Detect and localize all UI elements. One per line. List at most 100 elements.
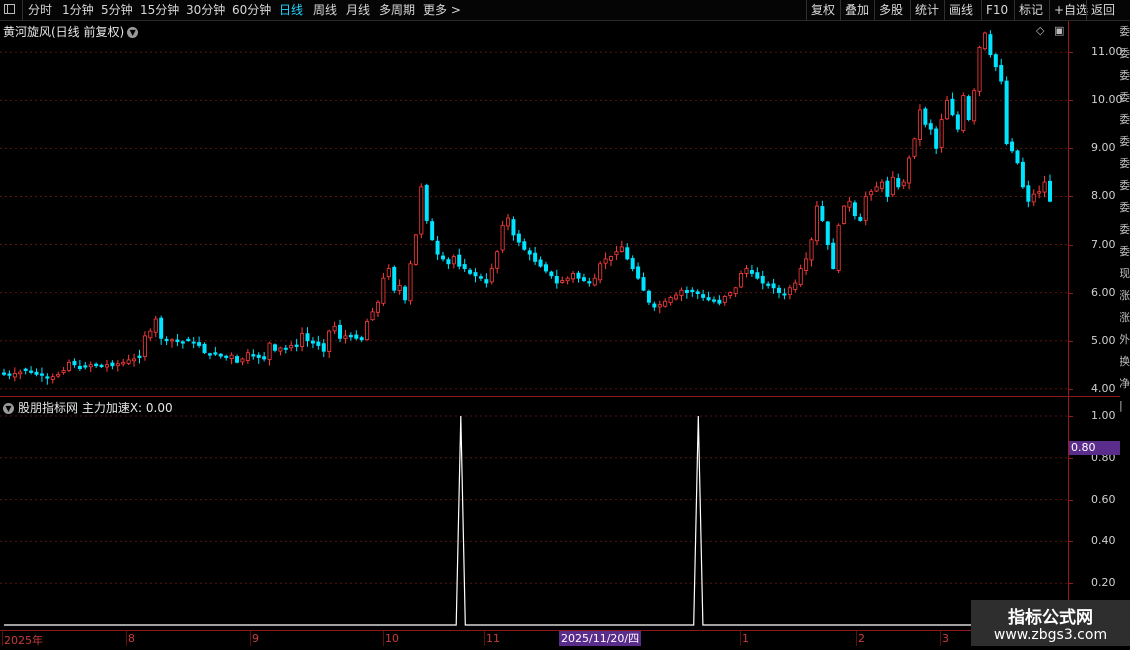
axis-tick (1069, 583, 1073, 585)
quote-side-strip[interactable]: 委委委委委委委委委委委现涨涨外换净 | (1120, 21, 1130, 631)
period-tab-4[interactable]: 30分钟 (186, 2, 225, 18)
period-tab-6[interactable]: 日线 (279, 2, 303, 18)
candle-body (7, 373, 12, 376)
date-tick (250, 631, 251, 647)
toolbar-button-0[interactable]: 复权 (811, 2, 835, 18)
period-tab-0[interactable]: 分时 (28, 2, 52, 18)
price-axis-label: 7.00 (1091, 237, 1116, 251)
date-tick (940, 631, 941, 647)
period-tab-5[interactable]: 60分钟 (232, 2, 271, 18)
candle-body (814, 205, 819, 242)
period-tab-3[interactable]: 15分钟 (140, 2, 179, 18)
candle-body (787, 287, 792, 296)
candle-body (478, 276, 483, 279)
candle-body (923, 108, 928, 125)
candle-body (327, 330, 332, 352)
candle-body (554, 275, 559, 284)
candle-body (121, 361, 126, 365)
candle-body (419, 186, 424, 235)
candle-body (961, 95, 966, 131)
toolbar-separator (1049, 0, 1050, 20)
candle-body (711, 299, 716, 302)
candle-body (338, 324, 343, 339)
candle-body (527, 250, 532, 255)
candle-body (522, 241, 527, 250)
date-tick (126, 631, 127, 647)
strip-label: 净 (1120, 377, 1130, 390)
toolbar-button-4[interactable]: 画线 (949, 2, 973, 18)
toolbar-separator (806, 0, 807, 20)
candle-body (836, 224, 841, 271)
toolbar-button-6[interactable]: 标记 (1019, 2, 1043, 18)
strip-label: 委 (1120, 113, 1130, 126)
period-tab-10[interactable]: 更多 > (423, 2, 461, 18)
toolbar-button-3[interactable]: 统计 (915, 2, 939, 18)
candle-body (674, 294, 679, 300)
candle-body (23, 368, 28, 371)
candle-body (1042, 181, 1047, 193)
candle-body (722, 296, 727, 303)
candle-body (587, 281, 592, 284)
candle-body (706, 297, 711, 301)
toolbar-button-1[interactable]: 叠加 (845, 2, 869, 18)
indicator-panel[interactable]: ▼ 股朋指标网 主力加速X: 0.00 (0, 397, 1068, 630)
candle-body (804, 258, 809, 271)
strip-label: 现 (1120, 267, 1130, 280)
window-icon[interactable] (4, 4, 15, 14)
candle-body (874, 186, 879, 192)
axis-tick (1069, 100, 1073, 102)
candle-body (657, 304, 662, 308)
candlestick-chart[interactable] (0, 21, 1068, 396)
strip-label: 委 (1120, 47, 1130, 60)
chevron-down-icon[interactable]: ▼ (127, 27, 139, 38)
candle-body (202, 343, 207, 354)
price-chart-panel[interactable]: 黄河旋风(日线 前复权) ▼ ◇ ▣ (0, 21, 1068, 396)
period-tab-8[interactable]: 月线 (346, 2, 370, 18)
toolbar-separator (22, 0, 23, 20)
candle-body (110, 362, 115, 367)
candle-body (831, 242, 836, 269)
candle-body (636, 266, 641, 279)
diamond-icon[interactable]: ◇ (1036, 24, 1044, 37)
date-tick (383, 631, 384, 647)
toolbar-button-5[interactable]: F10 (986, 2, 1008, 18)
candle-body (468, 269, 473, 274)
strip-label: 委 (1120, 135, 1130, 148)
candle-body (132, 358, 137, 362)
candle-body (153, 318, 158, 333)
candle-body (538, 259, 543, 267)
toolbar-button-8[interactable]: 返回 (1091, 2, 1115, 18)
candle-body (235, 356, 240, 363)
toolbar-button-7[interactable]: +自选 (1054, 2, 1088, 18)
candle-body (603, 258, 608, 264)
candle-body (495, 251, 500, 269)
toolbar-button-2[interactable]: 多股 (879, 2, 903, 18)
candle-body (982, 32, 987, 50)
candle-body (392, 266, 397, 291)
period-tab-2[interactable]: 5分钟 (101, 2, 133, 18)
candle-body (180, 341, 185, 344)
value-axis: 11.00 10.00 9.00 8.00 7.00 6.00 5.00 4.00 1.00 0.… (1068, 21, 1123, 631)
period-tab-1[interactable]: 1分钟 (62, 2, 94, 18)
candle-body (901, 181, 906, 187)
candle-body (549, 271, 554, 277)
date-axis: 2025/11/20/四 2025年 8 9 10 11 1 2 3 (0, 630, 1068, 647)
chevron-down-icon[interactable]: ▼ (3, 403, 14, 414)
panel-toggle-icon[interactable]: ▣ (1054, 24, 1064, 37)
strip-label: | (1120, 399, 1123, 412)
period-tab-9[interactable]: 多周期 (379, 2, 415, 18)
period-tab-7[interactable]: 周线 (313, 2, 337, 18)
candle-body (77, 365, 82, 369)
candle-body (614, 251, 619, 256)
candle-body (1015, 150, 1020, 164)
candle-body (609, 256, 614, 261)
candle-body (245, 352, 250, 361)
date-tick (856, 631, 857, 647)
candle-body (766, 283, 771, 286)
indicator-chart[interactable] (0, 397, 1068, 630)
site-watermark: 指标公式网 www.zbgs3.com (971, 600, 1130, 650)
toolbar-separator (910, 0, 911, 20)
price-axis-label: 9.00 (1091, 141, 1116, 155)
candle-body (581, 277, 586, 282)
candle-body (218, 353, 223, 357)
